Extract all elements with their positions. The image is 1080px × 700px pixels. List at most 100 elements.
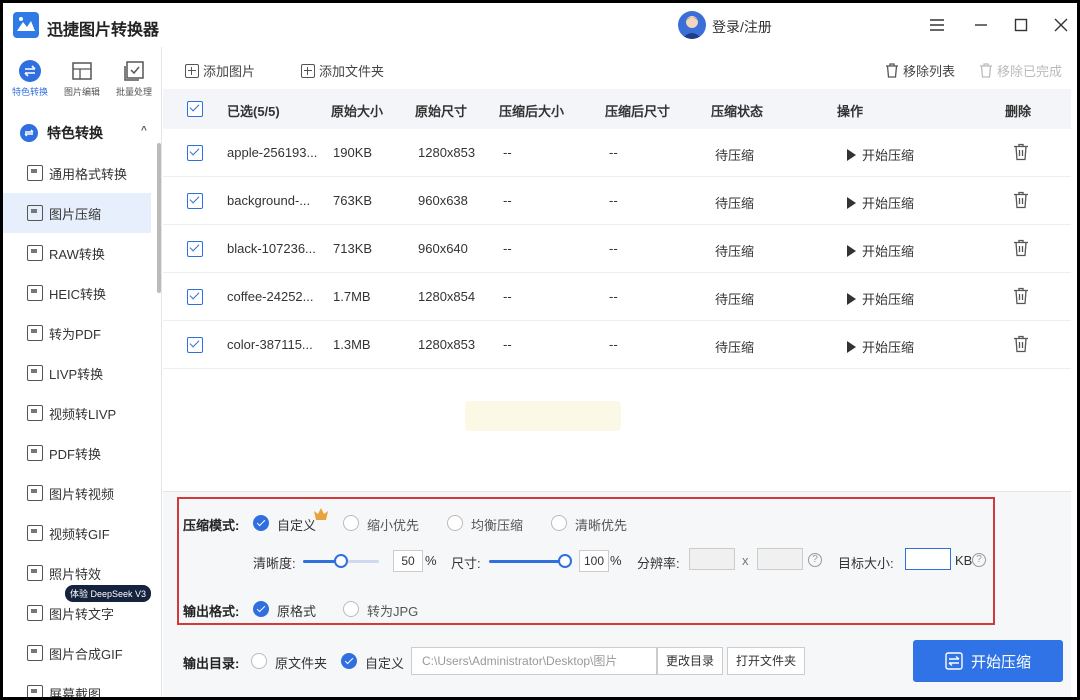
menu-icon[interactable] (925, 13, 949, 37)
chevron-up-icon: ^ (141, 125, 147, 136)
close-icon[interactable] (1049, 13, 1073, 37)
tab-label: 批量处理 (115, 87, 152, 97)
image-icon (27, 565, 43, 581)
table-row[interactable]: color-387115... 1.3MB 1280x853 -- -- 待压缩… (163, 321, 1071, 369)
sidebar-item-pdf-convert[interactable]: PDF转换 (3, 433, 151, 473)
mode-clarity-radio[interactable] (551, 515, 567, 531)
output-custom-radio[interactable] (341, 653, 357, 669)
trash-icon[interactable] (1013, 239, 1029, 257)
orig-dim: 1280x854 (418, 289, 476, 304)
sidebar-section-header[interactable]: 特色转换 ^ (19, 123, 147, 143)
remove-list-button[interactable]: 移除列表 (885, 61, 955, 80)
comp-size: -- (503, 289, 512, 304)
help-icon[interactable]: ? (972, 553, 986, 567)
output-path-input[interactable]: C:\Users\Administrator\Desktop\图片 (411, 647, 657, 675)
sidebar-item-screenshot[interactable]: 屏幕截图 (3, 673, 151, 700)
row-checkbox[interactable] (187, 241, 203, 257)
help-icon[interactable]: ? (808, 553, 822, 567)
tab-image-edit[interactable]: 图片编辑 (57, 55, 107, 105)
format-original-label: 原格式 (277, 604, 317, 619)
select-all-checkbox[interactable] (187, 101, 203, 117)
sidebar-item-video-to-livp[interactable]: 视频转LIVP (3, 393, 151, 433)
format-original-radio[interactable] (253, 601, 269, 617)
plus-icon (301, 63, 315, 78)
image-icon (27, 605, 43, 621)
sidebar-scrollbar[interactable] (157, 143, 161, 293)
size-slider-knob[interactable] (558, 554, 572, 568)
app-logo-icon (13, 12, 39, 38)
resolution-width-input[interactable] (689, 548, 735, 570)
table-row[interactable]: background-... 763KB 960x638 -- -- 待压缩 开… (163, 177, 1071, 225)
output-dir-label: 输出目录: (183, 656, 240, 671)
change-dir-button[interactable]: 更改目录 (657, 647, 724, 675)
trash-icon[interactable] (1013, 191, 1029, 209)
section-icon (20, 124, 38, 142)
avatar[interactable] (678, 11, 706, 39)
start-compress-button[interactable]: 开始压缩 (847, 241, 914, 260)
sidebar-item-label: 屏幕截图 (49, 686, 102, 700)
size-slider-track[interactable] (489, 560, 565, 563)
format-jpg-radio[interactable] (343, 601, 359, 617)
add-image-button[interactable]: 添加图片 (185, 61, 255, 80)
orig-size: 1.3MB (333, 337, 371, 352)
start-compress-button[interactable]: 开始压缩 (847, 289, 914, 308)
output-original-radio[interactable] (251, 653, 267, 669)
sidebar-item-raw[interactable]: RAW转换 (3, 233, 151, 273)
mode-custom-radio[interactable] (253, 515, 269, 531)
sidebar-item-to-pdf[interactable]: 转为PDF (3, 313, 151, 353)
image-icon (27, 325, 43, 341)
row-checkbox[interactable] (187, 193, 203, 209)
sidebar-item-image-to-video[interactable]: 图片转视频 (3, 473, 151, 513)
sidebar: 特色转换 ^ 通用格式转换 图片压缩 RAW转换 HEIC转换 转为PDF LI… (3, 111, 161, 700)
mode-shrink-radio[interactable] (343, 515, 359, 531)
sidebar-item-video-to-gif[interactable]: 视频转GIF (3, 513, 151, 553)
compress-mode-label: 压缩模式: (183, 518, 240, 533)
sidebar-item-label: RAW转换 (49, 246, 105, 262)
start-compress-button[interactable]: 开始压缩 (847, 145, 914, 164)
deepseek-badge[interactable]: 体验 DeepSeek V3 (65, 585, 152, 602)
table-row[interactable]: coffee-24252... 1.7MB 1280x854 -- -- 待压缩… (163, 273, 1071, 321)
login-link[interactable]: 登录/注册 (712, 17, 772, 37)
sidebar-item-general-convert[interactable]: 通用格式转换 (3, 153, 151, 193)
open-folder-button[interactable]: 打开文件夹 (727, 647, 806, 675)
action-label: 开始压缩 (862, 340, 915, 355)
sidebar-item-merge-gif[interactable]: 图片合成GIF (3, 633, 151, 673)
image-icon (27, 485, 43, 501)
trash-icon[interactable] (1013, 143, 1029, 161)
row-checkbox[interactable] (187, 337, 203, 353)
start-compress-main-button[interactable]: 开始压缩 (913, 640, 1063, 682)
sidebar-item-label: PDF转换 (49, 446, 102, 462)
image-icon (27, 525, 43, 541)
tab-batch[interactable]: 批量处理 (109, 55, 159, 105)
start-compress-button[interactable]: 开始压缩 (847, 193, 914, 212)
trash-icon[interactable] (1013, 287, 1029, 305)
trash-icon[interactable] (1013, 335, 1029, 353)
convert-icon (945, 652, 963, 670)
remove-done-button[interactable]: 移除已完成 (979, 61, 1062, 80)
maximize-icon[interactable] (1009, 13, 1033, 37)
convert-icon (18, 59, 42, 83)
target-size-input[interactable] (905, 548, 951, 570)
minimize-icon[interactable] (969, 13, 993, 37)
tab-special-convert[interactable]: 特色转换 (5, 55, 55, 105)
file-name: black-107236... (227, 241, 316, 256)
mode-balanced-radio[interactable] (447, 515, 463, 531)
row-checkbox[interactable] (187, 145, 203, 161)
add-folder-button[interactable]: 添加文件夹 (301, 61, 384, 80)
clarity-input[interactable]: 50 (393, 550, 423, 572)
comp-dim: -- (609, 289, 618, 304)
col-comp-dim: 压缩后尺寸 (605, 104, 671, 119)
sidebar-item-livp[interactable]: LIVP转换 (3, 353, 151, 393)
size-input[interactable]: 100 (579, 550, 609, 572)
start-compress-button[interactable]: 开始压缩 (847, 337, 914, 356)
image-icon (27, 285, 43, 301)
clarity-slider-knob[interactable] (334, 554, 348, 568)
sidebar-item-compress[interactable]: 图片压缩 (3, 193, 151, 233)
resolution-height-input[interactable] (757, 548, 803, 570)
orig-dim: 960x640 (418, 241, 468, 256)
table-row[interactable]: black-107236... 713KB 960x640 -- -- 待压缩 … (163, 225, 1071, 273)
table-row[interactable]: apple-256193... 190KB 1280x853 -- -- 待压缩… (163, 129, 1071, 177)
comp-size: -- (503, 241, 512, 256)
row-checkbox[interactable] (187, 289, 203, 305)
sidebar-item-heic[interactable]: HEIC转换 (3, 273, 151, 313)
